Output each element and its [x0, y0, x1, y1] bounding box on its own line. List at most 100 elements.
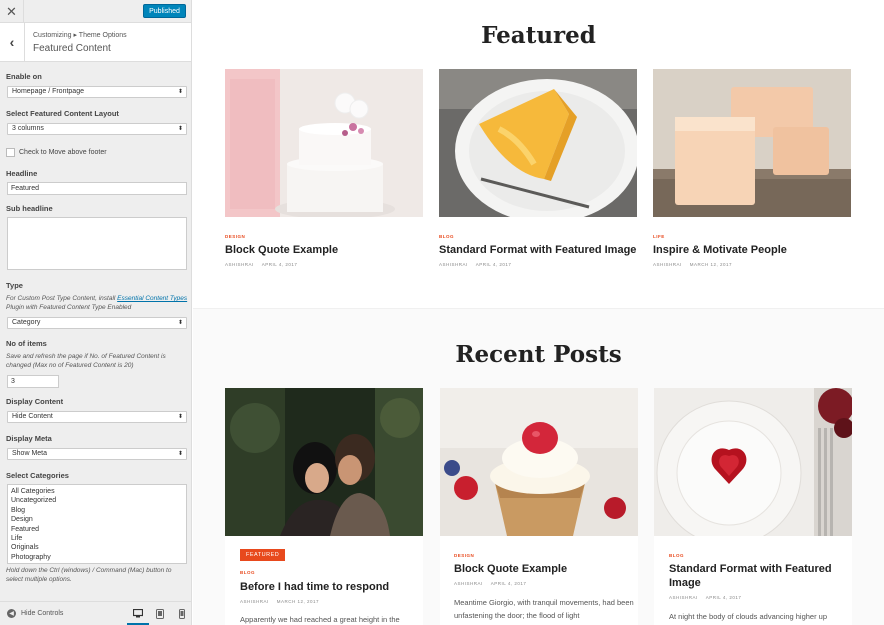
- post-author[interactable]: ASHISHRAI: [225, 262, 254, 267]
- post-title[interactable]: Standard Format with Featured Image: [669, 562, 844, 590]
- publish-button[interactable]: Published: [143, 4, 186, 18]
- display-meta-select[interactable]: Show Meta ⬍: [7, 448, 187, 460]
- post-meta: ASHISHRAI MARCH 12, 2017: [240, 599, 327, 604]
- post-category[interactable]: DESIGN: [454, 553, 474, 558]
- desktop-preview-icon[interactable]: [132, 608, 144, 619]
- no-of-items-description: Save and refresh the page if No. of Feat…: [6, 353, 166, 369]
- enable-on-select[interactable]: Homepage / Frontpage ⬍: [7, 86, 187, 98]
- post-title[interactable]: Before I had time to respond: [240, 580, 420, 594]
- hide-controls-button[interactable]: Hide Controls: [21, 610, 63, 617]
- customizer-footer: ◀ Hide Controls: [0, 601, 191, 625]
- recent-image-couple[interactable]: [225, 388, 423, 536]
- category-option[interactable]: Design: [11, 515, 183, 524]
- post-date[interactable]: APRIL 4, 2017: [706, 595, 742, 600]
- select-arrows-icon: ⬍: [177, 320, 183, 326]
- post-category[interactable]: DESIGN: [225, 234, 245, 239]
- sub-headline-textarea[interactable]: [7, 217, 187, 270]
- close-icon[interactable]: ✕: [0, 0, 24, 23]
- post-excerpt: Meantime Giorgio, with tranquil movement…: [454, 598, 634, 620]
- type-select[interactable]: Category ⬍: [7, 317, 187, 329]
- type-value: Category: [12, 319, 41, 326]
- category-option[interactable]: All Categories: [11, 487, 183, 496]
- post-date[interactable]: MARCH 12, 2017: [277, 599, 319, 604]
- enable-on-label: Enable on: [6, 72, 42, 81]
- post-title[interactable]: Block Quote Example: [454, 562, 634, 576]
- post-date[interactable]: APRIL 4, 2017: [476, 262, 512, 267]
- enable-on-value: Homepage / Frontpage: [12, 88, 84, 95]
- type-description: For Custom Post Type Content, install Es…: [6, 294, 188, 312]
- post-author[interactable]: ASHISHRAI: [653, 262, 682, 267]
- post-meta: ASHISHRAI APRIL 4, 2017: [454, 581, 534, 586]
- customizer-top-bar: ✕ Published: [0, 0, 191, 23]
- type-desc-text-after: Plugin with Featured Content Type Enable…: [6, 304, 132, 311]
- collapse-arrow-icon[interactable]: ◀: [7, 609, 16, 618]
- category-option[interactable]: Featured: [11, 525, 183, 534]
- featured-image-soap[interactable]: [653, 69, 851, 217]
- display-content-select[interactable]: Hide Content ⬍: [7, 411, 187, 423]
- post-title[interactable]: Standard Format with Featured Image: [439, 243, 644, 257]
- featured-image-pie[interactable]: [439, 69, 637, 217]
- categories-label: Select Categories: [6, 471, 69, 480]
- post-meta: ASHISHRAI APRIL 4, 2017: [439, 262, 519, 267]
- layout-label: Select Featured Content Layout: [6, 109, 119, 118]
- display-meta-label: Display Meta: [6, 434, 52, 443]
- categories-hint: Hold down the Ctrl (windows) / Command (…: [6, 567, 172, 583]
- no-of-items-input[interactable]: 3: [7, 375, 59, 388]
- post-category[interactable]: BLOG: [439, 234, 454, 239]
- category-option[interactable]: Originals: [11, 543, 183, 552]
- post-category[interactable]: BLOG: [669, 553, 684, 558]
- post-meta: ASHISHRAI APRIL 4, 2017: [669, 595, 749, 600]
- section-title: Featured Content: [33, 43, 111, 54]
- post-author[interactable]: ASHISHRAI: [669, 595, 698, 600]
- move-footer-label: Check to Move above footer: [19, 149, 107, 156]
- display-content-value: Hide Content: [12, 413, 53, 420]
- move-footer-checkbox[interactable]: [6, 148, 15, 157]
- recent-image-plate[interactable]: [654, 388, 852, 536]
- post-date[interactable]: MARCH 12, 2017: [690, 262, 732, 267]
- sub-headline-label: Sub headline: [6, 204, 53, 213]
- section-header: ‹ Customizing ▸ Theme Options Featured C…: [0, 23, 191, 62]
- featured-badge: FEATURED: [240, 549, 286, 561]
- customizer-sidebar: ✕ Published ‹ Customizing ▸ Theme Option…: [0, 0, 192, 625]
- post-excerpt: At night the body of clouds advancing hi…: [669, 612, 828, 621]
- category-option[interactable]: Blog: [11, 506, 183, 515]
- type-desc-text: For Custom Post Type Content, install: [6, 295, 118, 302]
- post-title[interactable]: Block Quote Example: [225, 243, 423, 257]
- post-meta: ASHISHRAI MARCH 12, 2017: [653, 262, 740, 267]
- post-author[interactable]: ASHISHRAI: [454, 581, 483, 586]
- featured-image-cake[interactable]: [225, 69, 423, 217]
- site-preview: Featured DESIGN Block Quote Example ASHI…: [193, 0, 884, 625]
- post-category[interactable]: LIFE: [653, 234, 665, 239]
- categories-multiselect[interactable]: All Categories Uncategorized Blog Design…: [7, 484, 187, 564]
- category-option[interactable]: Uncategorized: [11, 496, 183, 505]
- post-date[interactable]: APRIL 4, 2017: [262, 262, 298, 267]
- post-author[interactable]: ASHISHRAI: [240, 599, 269, 604]
- mobile-preview-icon[interactable]: [176, 608, 188, 619]
- display-content-label: Display Content: [6, 397, 64, 406]
- headline-input[interactable]: Featured: [7, 182, 187, 195]
- select-arrows-icon: ⬍: [177, 126, 183, 132]
- post-meta: ASHISHRAI APRIL 4, 2017: [225, 262, 305, 267]
- post-excerpt: Apparently we had reached a great height…: [240, 615, 400, 624]
- headline-label: Headline: [6, 169, 38, 178]
- select-arrows-icon: ⬍: [177, 89, 183, 95]
- layout-select[interactable]: 3 columns ⬍: [7, 123, 187, 135]
- recent-posts-title: Recent Posts: [455, 341, 622, 368]
- select-arrows-icon: ⬍: [177, 414, 183, 420]
- recent-image-cupcake[interactable]: [440, 388, 638, 536]
- essential-content-types-link[interactable]: Essential Content Types: [117, 295, 187, 302]
- breadcrumb: Customizing ▸ Theme Options: [33, 32, 127, 39]
- category-option[interactable]: Photography: [11, 553, 183, 562]
- type-label: Type: [6, 281, 23, 290]
- select-arrows-icon: ⬍: [177, 451, 183, 457]
- featured-section-title: Featured: [481, 22, 596, 49]
- post-author[interactable]: ASHISHRAI: [439, 262, 468, 267]
- category-option[interactable]: Life: [11, 534, 183, 543]
- display-meta-value: Show Meta: [12, 450, 48, 457]
- post-date[interactable]: APRIL 4, 2017: [491, 581, 527, 586]
- post-category[interactable]: BLOG: [240, 570, 255, 575]
- back-chevron-icon[interactable]: ‹: [0, 23, 25, 61]
- post-title[interactable]: Inspire & Motivate People: [653, 243, 851, 257]
- tablet-preview-icon[interactable]: [154, 608, 166, 619]
- layout-value: 3 columns: [12, 125, 44, 132]
